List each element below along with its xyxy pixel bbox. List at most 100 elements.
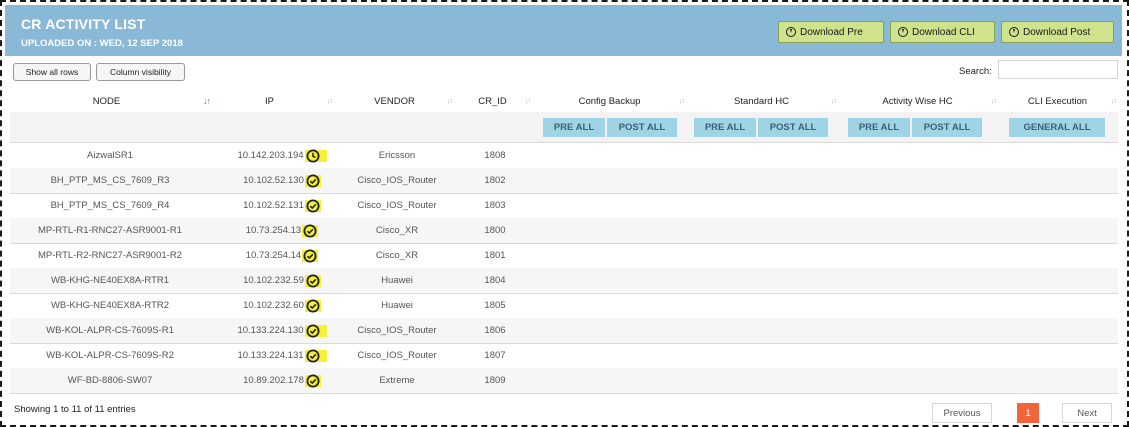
download-post-label: Download Post: [1023, 26, 1091, 38]
activity-hc-post-all-button[interactable]: POST ALL: [912, 118, 982, 137]
cr-id-cell: 1800: [484, 225, 506, 236]
node-cell: WB-KHG-NE40EX8A-RTR2: [50, 300, 170, 311]
node-cell: MP-RTL-R2-RNC27-ASR9001-R2: [38, 250, 182, 261]
check-circle-icon[interactable]: [304, 324, 327, 337]
column-header-vendor-label: VENDOR: [374, 95, 415, 107]
cr-id-cell: 1807: [484, 350, 506, 361]
download-circle-icon: [898, 27, 908, 37]
column-header-config-backup[interactable]: Config Backup ↓↑: [540, 90, 685, 112]
download-cli-button[interactable]: Download CLI: [890, 21, 995, 43]
ip-text: 10.142.203.194: [237, 150, 304, 161]
sort-icon: ↓↑: [991, 97, 997, 105]
column-header-ip-label: IP: [265, 95, 274, 107]
cr-id-cell: 1803: [484, 200, 506, 211]
node-cell: WB-KOL-ALPR-CS-7609S-R1: [46, 325, 174, 336]
ip-wrap: 10.142.203.194: [237, 149, 327, 162]
column-header-cr-id-label: CR_ID: [478, 95, 507, 107]
table-row: MP-RTL-R1-RNC27-ASR9001-R1 10.73.254.13 Ci…: [10, 218, 1118, 243]
previous-page-button[interactable]: Previous: [932, 403, 992, 423]
cr-id-cell: 1808: [484, 150, 506, 161]
column-header-cli-execution-label: CLI Execution: [1027, 95, 1088, 107]
cr-id-cell: 1804: [484, 275, 506, 286]
column-header-vendor[interactable]: VENDOR ↓↑: [342, 90, 453, 112]
ip-wrap: 10.102.52.131: [243, 199, 321, 212]
ip-cell: 10.133.224.130: [222, 318, 342, 343]
ip-text: 10.102.52.131: [243, 200, 304, 211]
download-pre-label: Download Pre: [800, 26, 863, 38]
node-cell: MP-RTL-R1-RNC27-ASR9001-R1: [38, 225, 182, 236]
table-info: Showing 1 to 11 of 11 entries: [14, 404, 136, 415]
vendor-cell: Cisco_XR: [375, 250, 419, 261]
column-visibility-button[interactable]: Column visibility: [96, 63, 185, 81]
search-input[interactable]: [998, 60, 1118, 79]
vendor-cell: Cisco_IOS_Router: [357, 325, 437, 336]
standard-hc-pre-all-button[interactable]: PRE ALL: [694, 118, 756, 137]
download-post-button[interactable]: Download Post: [1001, 21, 1114, 43]
activity-hc-pre-all-button[interactable]: PRE ALL: [848, 118, 910, 137]
check-circle-icon[interactable]: [304, 349, 327, 362]
download-pre-button[interactable]: Download Pre: [778, 21, 884, 43]
column-header-standard-hc[interactable]: Standard HC ↓↑: [692, 90, 837, 112]
column-header-ip[interactable]: IP ↓↑: [212, 90, 333, 112]
page-title: CR ACTIVITY LIST: [21, 16, 146, 32]
sort-asc-icon: ↓↑: [203, 96, 211, 106]
ip-wrap: 10.73.254.14: [246, 249, 319, 262]
ip-cell: 10.89.202.178: [222, 368, 342, 393]
sort-icon: ↓↑: [831, 97, 837, 105]
vendor-cell: Cisco_IOS_Router: [357, 175, 437, 186]
ip-wrap: 10.89.202.178: [243, 374, 321, 387]
standard-hc-post-all-button[interactable]: POST ALL: [758, 118, 828, 137]
upload-date: UPLOADED ON : WED, 12 SEP 2018: [21, 38, 183, 49]
ip-cell: 10.73.254.13: [222, 218, 342, 243]
download-circle-icon: [1009, 27, 1019, 37]
table-row: BH_PTP_MS_CS_7609_R3 10.102.52.130 Cisco_I…: [10, 168, 1118, 193]
page-1-button[interactable]: 1: [1017, 403, 1039, 423]
check-circle-icon[interactable]: [304, 274, 321, 287]
ip-cell: 10.133.224.131: [222, 343, 342, 368]
page-frame: CR ACTIVITY LIST UPLOADED ON : WED, 12 S…: [0, 0, 1129, 427]
ip-wrap: 10.73.254.13: [245, 224, 319, 237]
table-row: WB-KOL-ALPR-CS-7609S-R2 10.133.224.131 Cis…: [10, 343, 1118, 368]
column-header-node[interactable]: NODE ↓↑: [10, 90, 211, 112]
cli-general-all-button[interactable]: GENERAL ALL: [1009, 118, 1105, 137]
cr-id-cell: 1802: [484, 175, 506, 186]
config-pre-all-button[interactable]: PRE ALL: [543, 118, 605, 137]
node-cell: AizwalSR1: [87, 150, 133, 161]
clock-circle-icon[interactable]: [304, 149, 327, 162]
config-post-all-button[interactable]: POST ALL: [607, 118, 677, 137]
ip-wrap: 10.102.52.130: [243, 174, 321, 187]
column-header-cli-execution[interactable]: CLI Execution ↓↑: [1004, 90, 1117, 112]
column-header-activity-hc[interactable]: Activity Wise HC ↓↑: [844, 90, 997, 112]
ip-wrap: 10.133.224.130: [237, 324, 327, 337]
node-cell: WF-BD-8806-SW07: [67, 375, 153, 386]
show-all-rows-button[interactable]: Show all rows: [13, 63, 91, 81]
check-circle-icon[interactable]: [304, 299, 321, 312]
column-header-node-label: NODE: [92, 95, 121, 107]
node-cell: BH_PTP_MS_CS_7609_R3: [50, 175, 170, 186]
ip-text: 10.73.254.13: [245, 225, 302, 236]
row-divider: [10, 393, 1118, 394]
column-header-cr-id[interactable]: CR_ID ↓↑: [460, 90, 531, 112]
sort-icon: ↓↑: [525, 97, 531, 105]
node-cell: WB-KOL-ALPR-CS-7609S-R2: [46, 350, 174, 361]
vendor-cell: Cisco_IOS_Router: [357, 200, 437, 211]
page-header: CR ACTIVITY LIST UPLOADED ON : WED, 12 S…: [5, 5, 1122, 56]
node-cell: BH_PTP_MS_CS_7609_R4: [50, 200, 170, 211]
check-circle-icon[interactable]: [302, 249, 319, 262]
ip-cell: 10.102.232.60: [222, 293, 342, 318]
check-circle-icon[interactable]: [302, 224, 319, 237]
vendor-cell: Huawei: [381, 275, 413, 286]
check-circle-icon[interactable]: [304, 199, 321, 212]
ip-text: 10.102.232.59: [243, 275, 304, 286]
next-page-button[interactable]: Next: [1062, 403, 1112, 423]
ip-cell: 10.102.52.131: [222, 193, 342, 218]
check-circle-icon[interactable]: [304, 174, 321, 187]
table-row: WB-KHG-NE40EX8A-RTR2 10.102.232.60 Huawei 1…: [10, 293, 1118, 318]
vendor-cell: Cisco_IOS_Router: [357, 350, 437, 361]
check-circle-icon[interactable]: [304, 374, 321, 387]
ip-cell: 10.102.232.59: [222, 268, 342, 293]
search-label: Search:: [959, 66, 992, 77]
sort-icon: ↓↑: [1111, 97, 1117, 105]
ip-wrap: 10.102.232.60: [243, 299, 321, 312]
table-row: WB-KHG-NE40EX8A-RTR1 10.102.232.59 Huawei 1…: [10, 268, 1118, 293]
